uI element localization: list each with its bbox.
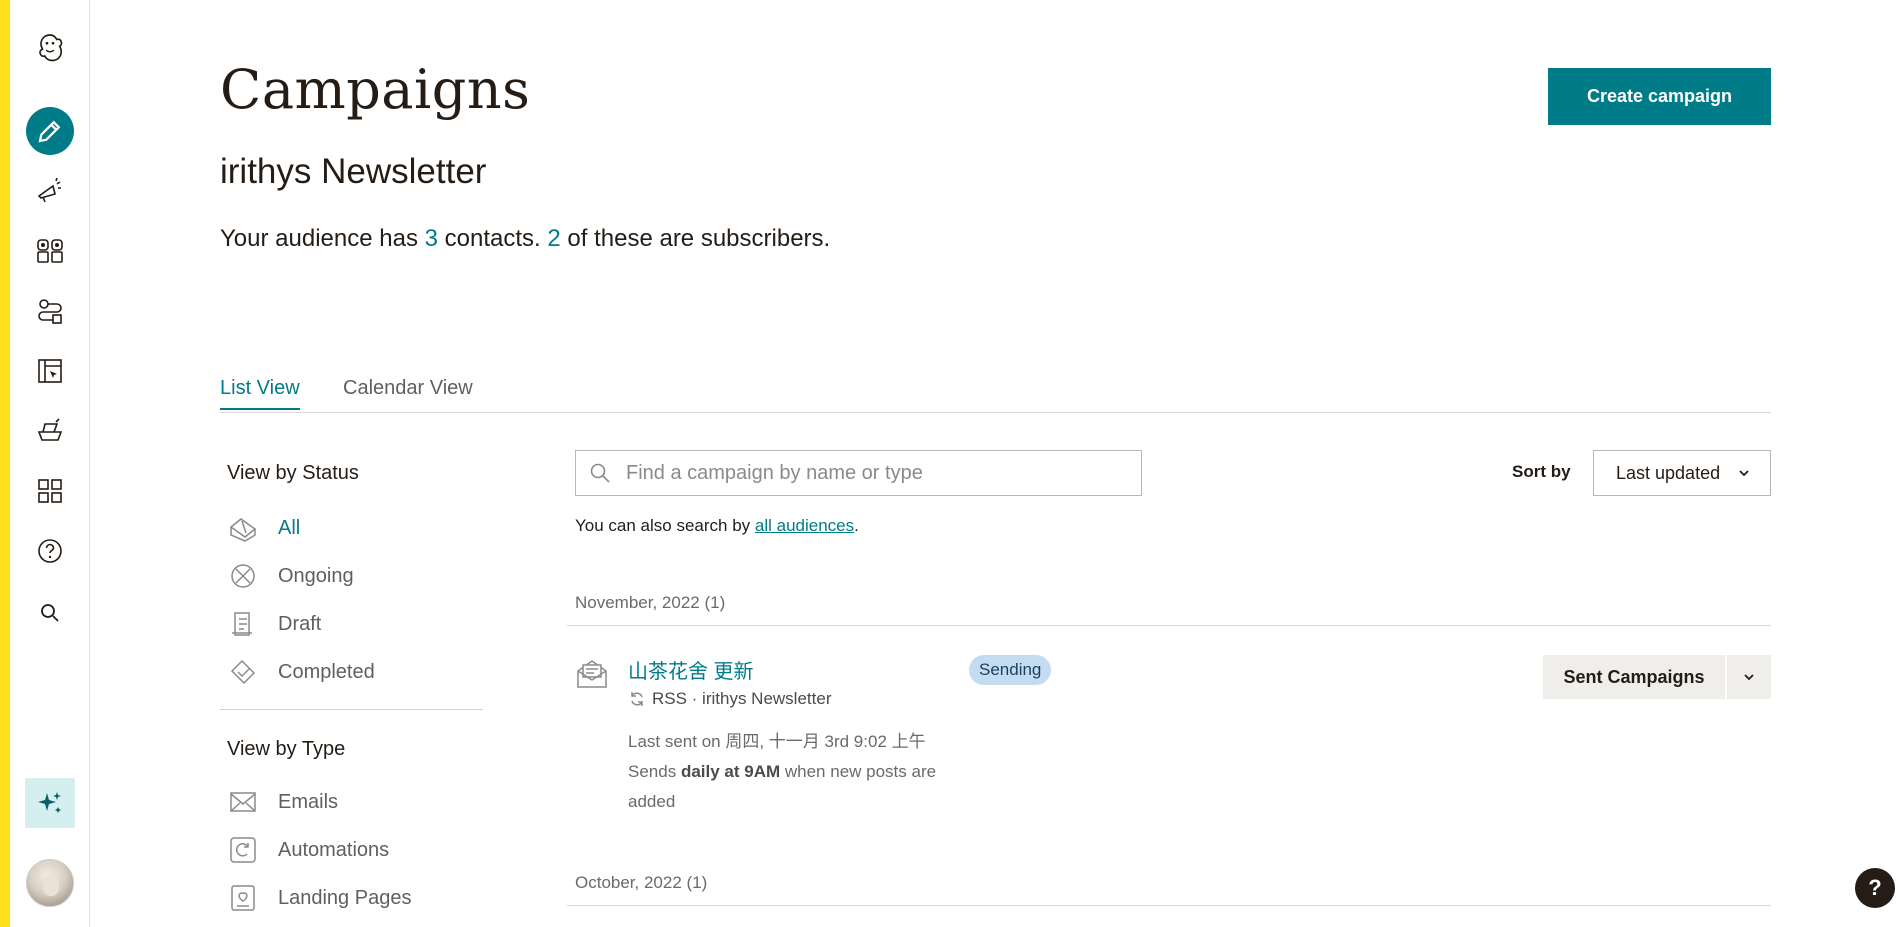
landing-page-icon [227,882,259,914]
tab-calendar-view[interactable]: Calendar View [343,377,473,408]
campaign-row: 山茶花舍 更新 Sending RSS · irithys Newsletter… [575,655,1771,825]
refresh-icon [631,692,643,706]
campaigns-page: Campaigns irithys Newsletter Your audien… [220,0,1771,927]
intuit-assist-sparkle-icon[interactable] [25,778,75,828]
send-schedule-text: Sends daily at 9AM when new posts are ad… [628,762,937,811]
filter-status-all[interactable]: All [227,511,467,545]
draft-icon [227,608,259,640]
email-icon [227,786,259,818]
filter-status-ongoing[interactable]: Ongoing [227,559,467,593]
side-nav [10,0,90,927]
sort-label: Sort by [1512,462,1571,481]
month-heading: November, 2022 (1) [575,593,726,612]
sent-campaigns-button[interactable]: Sent Campaigns [1543,655,1725,699]
sort-select[interactable]: Last updated [1593,450,1771,496]
audience-icon[interactable] [25,226,75,276]
all-audiences-link[interactable]: all audiences [755,516,854,535]
campaign-search[interactable] [575,450,1142,496]
month-heading: October, 2022 (1) [575,873,708,892]
create-nav-button[interactable] [25,106,75,156]
month-divider [567,905,1771,906]
tab-list-view[interactable]: List View [220,377,300,410]
integrations-grid-icon[interactable] [25,466,75,516]
all-campaigns-icon [227,512,259,544]
audience-name: irithys Newsletter [220,152,487,191]
search-input[interactable] [626,461,1106,485]
search-icon [590,463,610,483]
create-campaign-button[interactable]: Create campaign [1548,68,1771,125]
filter-status-draft[interactable]: Draft [227,607,467,641]
chevron-down-icon [1744,674,1754,681]
month-divider [567,625,1771,626]
filter-divider [220,709,483,710]
mailchimp-logo-icon[interactable] [25,22,75,72]
type-filter-heading: View by Type [227,738,346,760]
automations-icon[interactable] [25,286,75,336]
campaign-actions-dropdown[interactable] [1727,655,1771,699]
audience-summary: Your audience has 3 contacts. 2 of these… [220,225,831,252]
last-sent-text: Last sent on 周四, 十一月 3rd 9:02 上午 [628,732,926,751]
status-filter-heading: View by Status [227,462,359,484]
filter-type-automations[interactable]: Automations [227,833,467,867]
contacts-count[interactable]: 3 [425,225,438,252]
user-avatar[interactable] [25,858,75,908]
chevron-down-icon [1739,470,1749,477]
content-studio-icon[interactable] [25,406,75,456]
ongoing-icon [227,560,259,592]
campaign-meta: RSS · irithys Newsletter [628,689,831,709]
campaigns-megaphone-icon[interactable] [25,166,75,216]
filter-status-completed[interactable]: Completed [227,655,467,689]
campaign-name-link[interactable]: 山茶花舍 更新 [628,655,754,684]
page-title: Campaigns [220,58,531,121]
status-badge: Sending [969,655,1052,685]
campaign-actions: Sent Campaigns [1543,655,1771,699]
filter-type-emails[interactable]: Emails [227,785,467,819]
automation-icon [227,834,259,866]
view-tabs: List View Calendar View [220,375,1771,413]
brand-accent-strip [0,0,10,927]
rss-email-icon [577,660,607,688]
search-nav-icon[interactable] [25,588,75,638]
help-circle-icon[interactable] [25,526,75,576]
help-button[interactable]: ? [1855,868,1895,908]
completed-icon [227,656,259,688]
website-icon[interactable] [25,346,75,396]
search-hint: You can also search by all audiences. [575,516,859,535]
pencil-icon [26,107,74,155]
filter-type-landing-pages[interactable]: Landing Pages [227,881,467,915]
subscribers-count[interactable]: 2 [547,225,560,252]
